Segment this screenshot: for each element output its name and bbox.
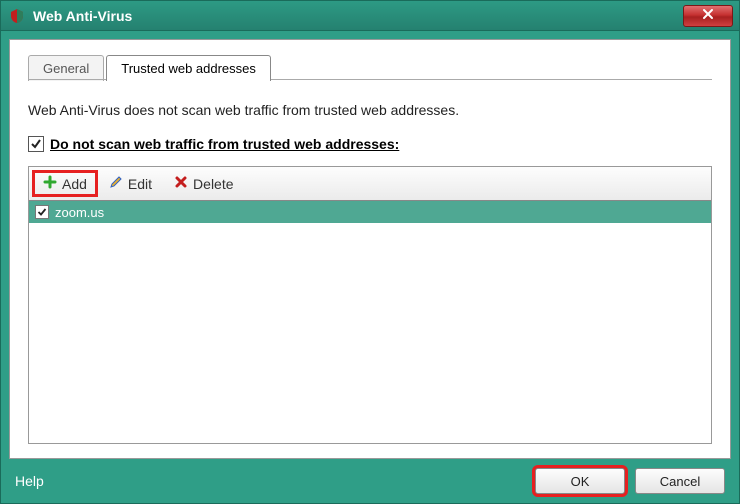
tab-body: Web Anti-Virus does not scan web traffic… (28, 80, 712, 444)
title-bar: Web Anti-Virus (1, 1, 739, 31)
do-not-scan-row: Do not scan web traffic from trusted web… (28, 136, 712, 152)
ok-button[interactable]: OK (535, 468, 625, 494)
delete-button[interactable]: Delete (166, 173, 241, 194)
add-label: Add (62, 176, 87, 192)
content-panel: General Trusted web addresses Web Anti-V… (9, 39, 731, 459)
pencil-icon (109, 175, 123, 192)
list-body: zoom.us (29, 201, 711, 443)
list-item[interactable]: zoom.us (29, 201, 711, 223)
list-toolbar: Add Edit Delete (29, 167, 711, 201)
do-not-scan-checkbox[interactable] (28, 136, 44, 152)
list-item-label: zoom.us (55, 205, 104, 220)
do-not-scan-label: Do not scan web traffic from trusted web… (50, 136, 399, 152)
help-link[interactable]: Help (15, 473, 525, 489)
cancel-button[interactable]: Cancel (635, 468, 725, 494)
edit-button[interactable]: Edit (101, 173, 160, 194)
tabs: General Trusted web addresses (28, 50, 712, 80)
footer-bar: Help OK Cancel (1, 459, 739, 503)
trusted-list-panel: Add Edit Delete (28, 166, 712, 444)
tab-label: General (43, 61, 89, 76)
add-button[interactable]: Add (35, 173, 95, 194)
tab-general[interactable]: General (28, 55, 104, 81)
window-frame: Web Anti-Virus General Trusted web addre… (0, 0, 740, 504)
plus-icon (43, 175, 57, 192)
description-text: Web Anti-Virus does not scan web traffic… (28, 102, 712, 118)
delete-label: Delete (193, 176, 233, 192)
list-item-checkbox[interactable] (35, 205, 49, 219)
close-icon (702, 8, 714, 23)
tab-label: Trusted web addresses (121, 61, 256, 76)
close-button[interactable] (683, 5, 733, 27)
app-icon (9, 8, 25, 24)
tab-trusted-web-addresses[interactable]: Trusted web addresses (106, 55, 271, 81)
window-title: Web Anti-Virus (33, 8, 683, 24)
edit-label: Edit (128, 176, 152, 192)
delete-icon (174, 175, 188, 192)
